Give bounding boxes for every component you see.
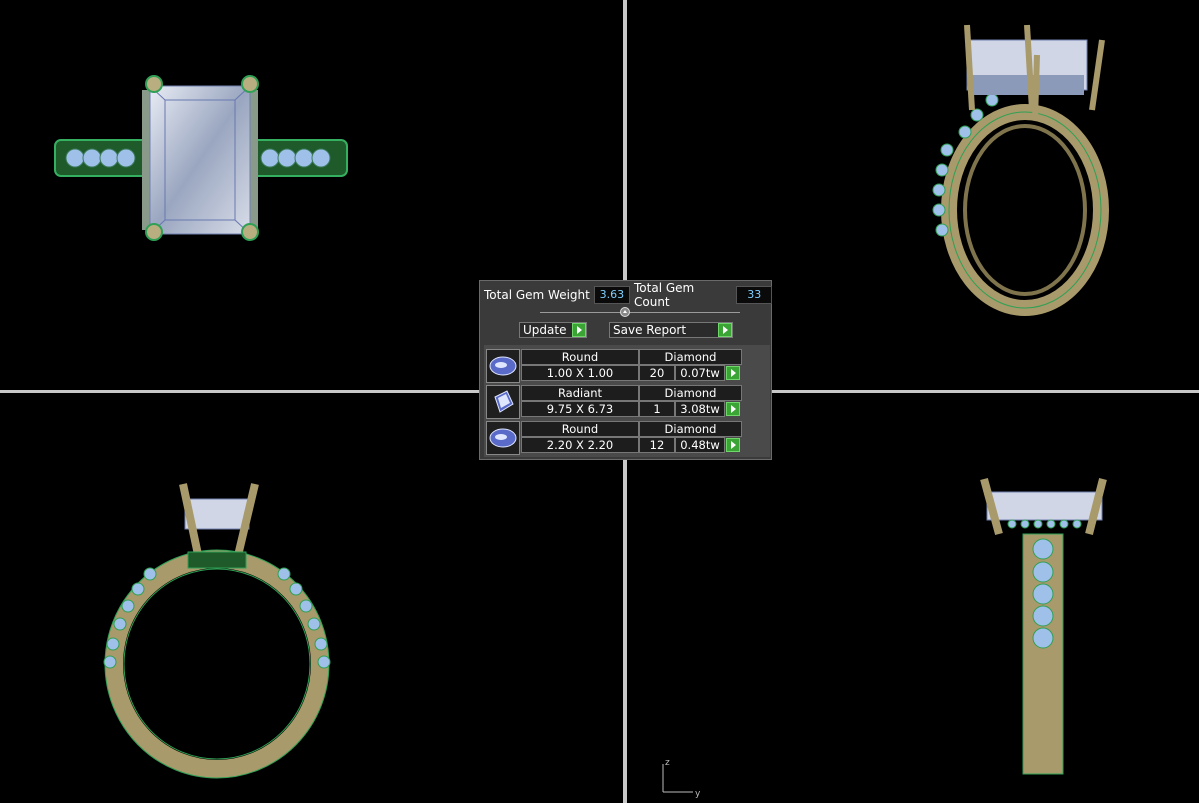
gem-row: Radiant Diamond 9.75 X 6.73 1 3.08tw: [486, 385, 744, 419]
gem-row: Round Diamond 1.00 X 1.00 20 0.07tw: [486, 349, 744, 383]
total-gem-weight-value: 3.63: [593, 286, 630, 304]
gem-count: 1: [639, 401, 675, 417]
gem-shape: Round: [521, 421, 639, 437]
gem-material: Diamond: [639, 349, 742, 365]
round-gem-icon: [486, 421, 520, 455]
axis-z-label: z: [665, 758, 670, 768]
gem-material: Diamond: [639, 421, 742, 437]
gem-select-arrow-icon[interactable]: [726, 402, 740, 416]
save-report-button[interactable]: Save Report: [609, 322, 733, 338]
axis-y-label: y: [695, 789, 701, 799]
gem-size: 2.20 X 2.20: [521, 437, 639, 453]
update-button-label: Update: [523, 323, 567, 337]
total-gem-count-label: Total Gem Count: [634, 281, 695, 309]
total-gem-weight-label: Total Gem Weight: [484, 288, 590, 302]
axis-indicator: [662, 764, 693, 793]
gem-size: 1.00 X 1.00: [521, 365, 639, 381]
gem-row: Round Diamond 2.20 X 2.20 12 0.48tw: [486, 421, 744, 455]
panel-slider-track[interactable]: [540, 312, 740, 313]
gem-size: 9.75 X 6.73: [521, 401, 639, 417]
gem-list: Round Diamond 1.00 X 1.00 20 0.07tw Radi…: [484, 345, 770, 457]
gem-report-panel: Total Gem Weight 3.63 Total Gem Count 33…: [479, 280, 772, 460]
gem-weight: 0.48tw: [675, 437, 725, 453]
radiant-gem-icon: [486, 385, 520, 419]
gem-select-arrow-icon[interactable]: [726, 438, 740, 452]
update-button[interactable]: Update: [519, 322, 587, 338]
total-gem-weight-row: Total Gem Weight 3.63: [480, 286, 630, 304]
gem-count: 20: [639, 365, 675, 381]
gem-count: 12: [639, 437, 675, 453]
total-gem-count-value: 33: [736, 286, 772, 304]
gem-weight: 0.07tw: [675, 365, 725, 381]
play-arrow-icon: [572, 323, 586, 337]
save-report-button-label: Save Report: [613, 323, 687, 337]
gem-select-arrow-icon[interactable]: [726, 366, 740, 380]
total-gem-count-row: Total Gem Count 33: [630, 281, 772, 309]
panel-slider-knob[interactable]: [620, 307, 630, 317]
play-arrow-icon: [718, 323, 732, 337]
gem-shape: Round: [521, 349, 639, 365]
gem-weight: 3.08tw: [675, 401, 725, 417]
gem-material: Diamond: [639, 385, 742, 401]
gem-shape: Radiant: [521, 385, 639, 401]
round-gem-icon: [486, 349, 520, 383]
